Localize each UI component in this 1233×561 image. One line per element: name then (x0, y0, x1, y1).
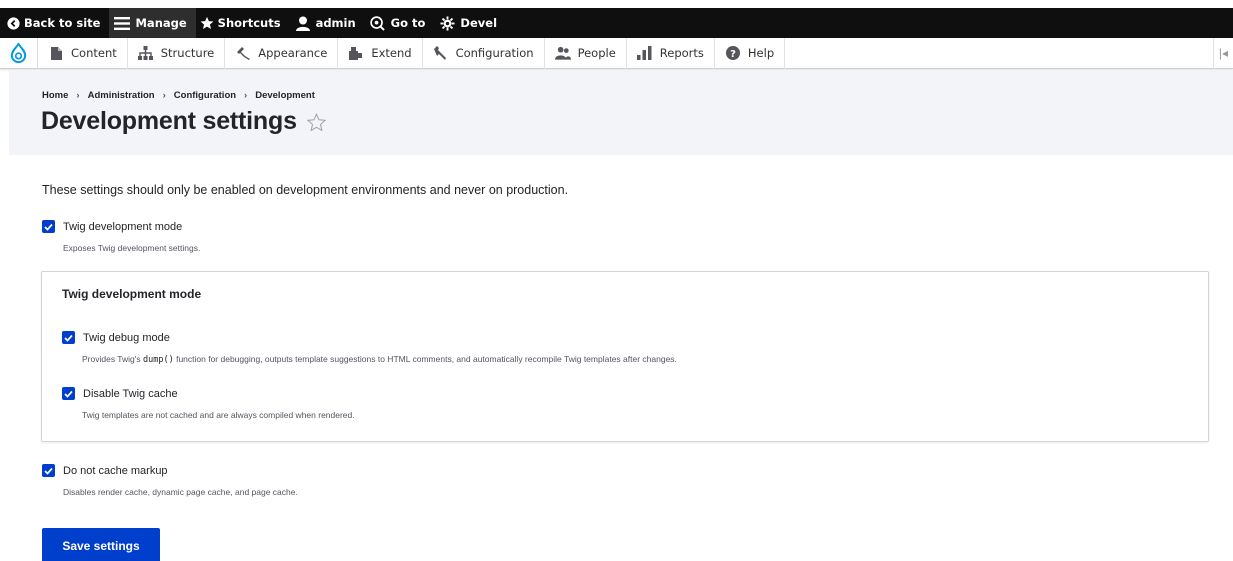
twig-dev-mode-row: Twig development mode (42, 220, 182, 233)
goto-tab[interactable]: Go to (365, 8, 435, 38)
user-icon (290, 8, 316, 38)
tray-item-reports[interactable]: Reports (627, 37, 715, 69)
twig-cache-label[interactable]: Disable Twig cache (83, 388, 178, 400)
gear-icon (434, 8, 460, 38)
collapse-tray-icon[interactable]: |◂ (1213, 37, 1233, 69)
puzzle-icon (348, 45, 364, 61)
no-cache-markup-checkbox[interactable] (42, 464, 55, 477)
svg-text:?: ? (730, 49, 736, 60)
goto-icon (365, 8, 391, 38)
drupal-logo-icon[interactable] (0, 37, 38, 69)
breadcrumb-development[interactable]: Development (255, 90, 315, 101)
tray-item-configuration[interactable]: Configuration (423, 37, 545, 69)
admin-toolbar: Back to site Manage Shortcuts admin Go t… (0, 8, 1233, 38)
breadcrumb-configuration[interactable]: Configuration (174, 90, 236, 101)
page-header: Home › Administration › Configuration › … (9, 70, 1233, 155)
wrench-icon (433, 45, 449, 61)
twig-cache-row: Disable Twig cache (62, 387, 178, 400)
no-cache-markup-row: Do not cache markup (42, 464, 168, 477)
twig-debug-description-pre: Provides Twig's (82, 354, 143, 364)
breadcrumb-separator: › (244, 90, 248, 101)
help-icon: ? (725, 45, 741, 61)
page-title-text: Development settings (41, 107, 297, 135)
back-circle-icon (2, 8, 24, 38)
tray-item-people[interactable]: People (545, 37, 627, 69)
twig-cache-description: Twig templates are not cached and are al… (82, 410, 355, 420)
bar-chart-icon (636, 45, 653, 61)
no-cache-markup-label[interactable]: Do not cache markup (63, 465, 168, 477)
breadcrumb-separator: › (76, 90, 80, 101)
people-icon (554, 45, 571, 61)
tray-item-extend[interactable]: Extend (338, 37, 423, 69)
tray-label: Appearance (258, 46, 328, 60)
paintbrush-icon (235, 45, 251, 61)
back-to-site-link[interactable]: Back to site (0, 8, 109, 38)
shortcut-star-icon[interactable] (306, 112, 326, 131)
breadcrumb-separator: › (162, 90, 166, 101)
breadcrumb-home[interactable]: Home (42, 90, 68, 101)
tray-label: Reports (659, 46, 704, 60)
hamburger-icon (109, 8, 135, 38)
twig-cache-checkbox[interactable] (62, 387, 75, 400)
twig-debug-description: Provides Twig's dump() function for debu… (82, 354, 677, 365)
intro-text: These settings should only be enabled on… (42, 183, 569, 197)
star-icon (196, 8, 218, 38)
tray-item-help[interactable]: ? Help (715, 37, 786, 69)
page-title: Development settings (41, 107, 326, 136)
tray-label: Structure (160, 46, 215, 60)
tray-label: People (577, 46, 616, 60)
user-label: admin (315, 16, 356, 30)
tray-label: Content (71, 46, 117, 60)
admin-tray: Content Structure Appearance Extend Conf… (0, 37, 1233, 69)
twig-dev-mode-label[interactable]: Twig development mode (63, 221, 182, 233)
tray-item-appearance[interactable]: Appearance (225, 37, 339, 69)
shortcuts-label: Shortcuts (217, 16, 281, 30)
tray-label: Extend (371, 46, 412, 60)
breadcrumb-administration[interactable]: Administration (88, 90, 155, 101)
details-title: Twig development mode (62, 287, 202, 301)
tray-item-content[interactable]: Content (38, 37, 128, 69)
devel-tab[interactable]: Devel (434, 8, 506, 38)
goto-label: Go to (390, 16, 426, 30)
manage-tab[interactable]: Manage (109, 8, 196, 38)
tray-label: Configuration (455, 46, 534, 60)
no-cache-markup-description: Disables render cache, dynamic page cach… (63, 487, 298, 497)
save-settings-button[interactable]: Save settings (42, 528, 160, 561)
tray-item-structure[interactable]: Structure (128, 37, 226, 69)
twig-debug-checkbox[interactable] (62, 331, 75, 344)
structure-icon (138, 45, 154, 61)
file-icon (48, 45, 64, 61)
twig-debug-description-post: function for debugging, outputs template… (173, 354, 677, 364)
manage-label: Manage (135, 16, 187, 30)
breadcrumb: Home › Administration › Configuration › … (42, 90, 315, 101)
devel-label: Devel (460, 16, 498, 30)
twig-dev-mode-checkbox[interactable] (42, 220, 55, 233)
user-tab[interactable]: admin (290, 8, 365, 38)
twig-dev-mode-description: Exposes Twig development settings. (63, 243, 201, 253)
twig-debug-label[interactable]: Twig debug mode (83, 332, 170, 344)
tray-label: Help (747, 46, 775, 60)
twig-debug-description-code: dump() (143, 355, 174, 365)
twig-debug-row: Twig debug mode (62, 331, 170, 344)
shortcuts-tab[interactable]: Shortcuts (196, 8, 290, 38)
back-to-site-label: Back to site (24, 16, 101, 30)
